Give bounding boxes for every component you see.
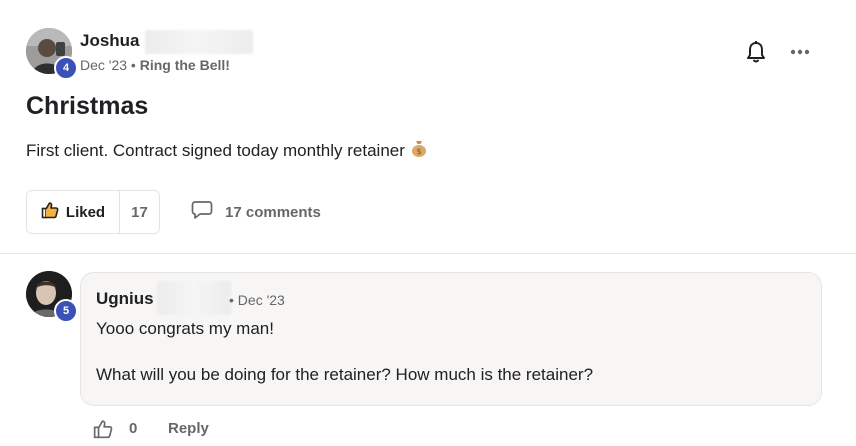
comments-count-label: 17 comments	[225, 203, 321, 221]
bell-icon[interactable]	[742, 38, 770, 66]
comment-date-separator: •	[229, 292, 234, 308]
liked-button[interactable]: Liked	[27, 191, 120, 233]
comment-like-count[interactable]: 0	[129, 420, 137, 437]
post-body: First client. Contract signed today mont…	[26, 139, 427, 162]
redacted-surname	[145, 30, 253, 54]
comment-date: • Dec '23	[229, 292, 285, 308]
like-count[interactable]: 17	[120, 191, 159, 233]
comments-link[interactable]: 17 comments	[191, 200, 321, 224]
thumbs-up-icon	[41, 201, 59, 223]
redacted-commenter-surname	[157, 281, 231, 315]
comment-bubble-icon	[191, 200, 213, 224]
comment-line-1: Yooo congrats my man!	[96, 319, 274, 338]
post-category[interactable]: Ring the Bell!	[140, 57, 230, 73]
author-level-badge: 4	[54, 56, 78, 80]
money-bag-icon: $	[411, 139, 427, 162]
liked-label: Liked	[65, 203, 106, 221]
more-options-icon[interactable]	[786, 38, 814, 66]
comment-line-2: What will you be doing for the retainer?…	[96, 365, 594, 384]
post-title: Christmas	[26, 92, 149, 120]
post-date: Dec '23	[80, 57, 128, 73]
author-name[interactable]: Joshua	[80, 31, 140, 51]
comment-date-text: Dec '23	[237, 292, 285, 308]
post-body-text: First client. Contract signed today mont…	[26, 140, 405, 160]
svg-text:$: $	[416, 147, 421, 156]
like-group: Liked 17	[26, 190, 160, 234]
section-divider	[0, 253, 856, 254]
reply-button[interactable]: Reply	[168, 420, 209, 437]
commenter-level-badge: 5	[54, 299, 78, 323]
comment-like-icon[interactable]	[92, 418, 114, 440]
meta-separator: •	[130, 57, 136, 73]
comment-bubble: Ugnius • Dec '23 Yooo congrats my man! W…	[80, 272, 822, 406]
post-meta: Dec '23 • Ring the Bell!	[80, 57, 230, 73]
comment-actions	[92, 418, 114, 440]
commenter-name[interactable]: Ugnius	[96, 289, 154, 309]
